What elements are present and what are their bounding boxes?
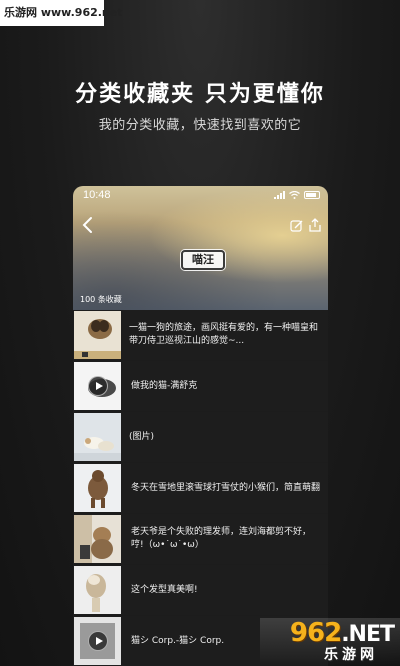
list-item[interactable]: 冬天在雪地里滚雪球打雪仗的小猴们，简直萌翻	[73, 463, 328, 513]
list-item-text: (图片)	[129, 431, 155, 442]
list-item-text: 做我的猫-满舒克	[131, 380, 198, 391]
status-icons	[274, 191, 320, 199]
site-logo-watermark: 962.NET 乐游网	[260, 618, 400, 666]
thumbnail-cat-dog-photo	[74, 311, 121, 359]
collection-tag[interactable]: 喵汪	[181, 250, 225, 270]
back-arrow-icon[interactable]	[81, 216, 95, 234]
play-icon[interactable]	[88, 631, 108, 651]
phone-screen: 10:48 喵汪 100 条收藏 一猫一狗的旅途，画风挺有爱的，有一种喵皇和带刀…	[73, 186, 328, 666]
edit-icon[interactable]	[290, 219, 304, 233]
thumbnail-video-cat	[74, 362, 121, 410]
battery-icon	[304, 191, 320, 199]
share-icon[interactable]	[308, 218, 322, 232]
list-item[interactable]: 做我的猫-满舒克	[73, 361, 328, 411]
collection-banner: 10:48 喵汪 100 条收藏	[73, 186, 328, 310]
wifi-icon	[289, 191, 300, 199]
status-time: 10:48	[83, 189, 111, 201]
promo-headline: 分类收藏夹 只为更懂你	[75, 82, 325, 107]
list-item[interactable]: (图片)	[73, 412, 328, 462]
thumbnail-cat-haircut-photo	[74, 515, 121, 563]
list-item-text: 老天爷是个失败的理发师，连刘海都剪不好，哼!（ω•˙ω˙•ω）	[131, 527, 312, 550]
list-item[interactable]: 老天爷是个失败的理发师，连刘海都剪不好，哼!（ω•˙ω˙•ω）	[73, 514, 328, 564]
promo-subline: 我的分类收藏，快速找到喜欢的它	[98, 118, 302, 133]
collection-count: 100 条收藏	[80, 295, 122, 304]
collection-list: 一猫一狗的旅途，画风挺有爱的，有一种喵皇和带刀侍卫巡视江山的感觉~... 做我的…	[73, 310, 328, 666]
thumbnail-monkey-photo	[74, 464, 121, 512]
thumbnail-dog-hairstyle-photo	[74, 566, 121, 614]
list-item-text: 一猫一狗的旅途，画风挺有爱的，有一种喵皇和带刀侍卫巡视江山的感觉~...	[129, 323, 319, 346]
thumbnail-video-corp	[74, 617, 121, 665]
site-logo-subtitle: 乐游网	[324, 647, 378, 663]
list-item[interactable]: 这个发型真美啊!	[73, 565, 328, 615]
play-icon[interactable]	[88, 376, 108, 396]
thumbnail-snow-photo	[74, 413, 121, 461]
watermark-site-url: 乐游网 www.962.net	[0, 0, 122, 26]
signal-icon	[274, 191, 285, 199]
list-item[interactable]: 一猫一狗的旅途，画风挺有爱的，有一种喵皇和带刀侍卫巡视江山的感觉~...	[73, 310, 328, 360]
status-bar: 10:48	[83, 189, 320, 203]
list-item-text: 冬天在雪地里滚雪球打雪仗的小猴们，简直萌翻	[131, 482, 321, 493]
list-item-text: 这个发型真美啊!	[131, 584, 198, 595]
